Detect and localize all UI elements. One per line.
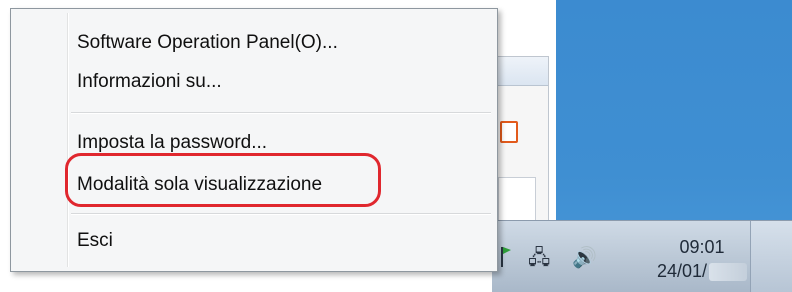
network-icon[interactable]: 🖧 [528,247,550,267]
menu-item-about[interactable]: Informazioni su... [77,66,222,98]
background-window [492,56,549,240]
taskbar: 🖧 🔊 09:01 24/01/ [492,220,792,292]
clock-date: 24/01/ [656,261,708,281]
application-icon [500,121,518,143]
menu-item-software-operation-panel[interactable]: Software Operation Panel(O)... [77,27,338,59]
menu-item-view-only-mode[interactable]: Modalità sola visualizzazione [77,169,322,201]
action-center-flag-icon[interactable] [500,245,512,267]
redacted-year [709,263,748,282]
background-window-title-bar [492,57,548,86]
context-menu: Software Operation Panel(O)... Informazi… [10,8,498,272]
menu-item-set-password[interactable]: Imposta la password... [77,127,267,159]
menu-icon-gutter [67,13,69,267]
menu-item-exit[interactable]: Esci [77,225,113,257]
show-desktop-button[interactable] [750,221,792,292]
menu-separator [71,213,491,215]
volume-icon[interactable]: 🔊 [572,247,597,267]
menu-separator [71,112,491,114]
clock-date-row: 24/01/ [656,259,748,283]
